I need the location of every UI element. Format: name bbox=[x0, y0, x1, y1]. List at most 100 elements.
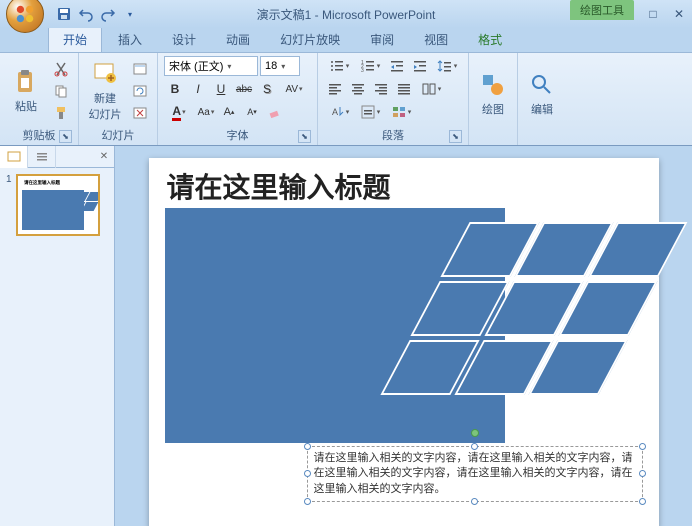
columns-icon bbox=[421, 81, 437, 97]
slide-canvas: 请在这里输入标题 请在这里输入相关的文字内容，请在这里输入相关的文 bbox=[149, 158, 659, 526]
group-drawing: 绘图 bbox=[469, 53, 518, 145]
tab-animations[interactable]: 动画 bbox=[212, 27, 264, 52]
tab-format[interactable]: 格式 bbox=[464, 27, 516, 52]
font-color-button[interactable]: A▾ bbox=[164, 102, 194, 122]
resize-handle-n[interactable] bbox=[471, 443, 478, 450]
bold-button[interactable]: B bbox=[164, 79, 186, 99]
bullets-icon bbox=[329, 58, 345, 74]
italic-button[interactable]: I bbox=[187, 79, 209, 99]
resize-handle-nw[interactable] bbox=[304, 443, 311, 450]
tab-insert[interactable]: 插入 bbox=[104, 27, 156, 52]
paste-icon bbox=[12, 68, 40, 96]
smartart-button[interactable]: ▾ bbox=[386, 102, 416, 122]
thumbnail-list: 1 请在这里输入标题 bbox=[0, 168, 114, 242]
tab-review[interactable]: 审阅 bbox=[356, 27, 408, 52]
resize-handle-w[interactable] bbox=[304, 470, 311, 477]
maximize-button[interactable]: □ bbox=[640, 5, 666, 23]
char-spacing-button[interactable]: AV▾ bbox=[279, 79, 309, 99]
resize-handle-s[interactable] bbox=[471, 498, 478, 505]
work-area: ✕ 1 请在这里输入标题 请在这里输入标题 bbox=[0, 146, 692, 526]
resize-handle-ne[interactable] bbox=[639, 443, 646, 450]
clear-format-button[interactable] bbox=[264, 102, 286, 122]
align-right-button[interactable] bbox=[370, 79, 392, 99]
slides-tab-icon bbox=[7, 151, 21, 163]
rotate-handle[interactable] bbox=[471, 429, 479, 437]
align-text-button[interactable]: ▾ bbox=[355, 102, 385, 122]
thumbnail-tabs: ✕ bbox=[0, 146, 114, 168]
group-label-slides: 幻灯片 bbox=[85, 125, 151, 145]
grow-font-button[interactable]: A▴ bbox=[218, 102, 240, 122]
shadow-button[interactable]: S bbox=[256, 79, 278, 99]
tab-view[interactable]: 视图 bbox=[410, 27, 462, 52]
undo-button[interactable] bbox=[76, 4, 96, 24]
new-slide-icon bbox=[91, 60, 119, 88]
svg-text:A: A bbox=[332, 107, 338, 117]
font-name-combo[interactable]: 宋体 (正文)▾ bbox=[164, 56, 258, 76]
ribbon-tabs: 开始 插入 设计 动画 幻灯片放映 审阅 视图 格式 bbox=[0, 28, 692, 52]
group-label-drawing bbox=[475, 131, 511, 145]
editing-label: 编辑 bbox=[531, 101, 553, 117]
thumbnail-close-button[interactable]: ✕ bbox=[94, 146, 114, 167]
svg-text:3: 3 bbox=[361, 68, 364, 74]
window-title: 演示文稿1 - Microsoft PowerPoint bbox=[257, 6, 436, 23]
thumbnail-item[interactable]: 1 请在这里输入标题 bbox=[6, 174, 108, 236]
thumbnail-tab-slides[interactable] bbox=[0, 146, 28, 168]
increase-indent-button[interactable] bbox=[409, 56, 431, 76]
group-paragraph: ▾ 123▾ ▾ ▾ A▾ ▾ ▾ 段落⬊ bbox=[318, 53, 469, 145]
close-button[interactable]: ✕ bbox=[666, 5, 692, 23]
paragraph-dialog-launcher[interactable]: ⬊ bbox=[449, 130, 462, 143]
resize-handle-sw[interactable] bbox=[304, 498, 311, 505]
format-painter-button[interactable] bbox=[50, 103, 72, 123]
justify-button[interactable] bbox=[393, 79, 415, 99]
group-label-font: 字体⬊ bbox=[164, 125, 311, 145]
qat-customize-button[interactable]: ▾ bbox=[120, 4, 140, 24]
change-case-button[interactable]: Aa▾ bbox=[195, 102, 217, 122]
text-direction-button[interactable]: A▾ bbox=[324, 102, 354, 122]
copy-button[interactable] bbox=[50, 81, 72, 101]
line-spacing-button[interactable]: ▾ bbox=[432, 56, 462, 76]
paste-button[interactable]: 粘贴 bbox=[6, 56, 46, 125]
editing-button[interactable]: 编辑 bbox=[524, 56, 560, 131]
slide-editor-area[interactable]: 请在这里输入标题 请在这里输入相关的文字内容，请在这里输入相关的文 bbox=[115, 146, 692, 526]
underline-button[interactable]: U bbox=[210, 79, 232, 99]
thumbnail-preview: 请在这里输入标题 bbox=[16, 174, 100, 236]
columns-button[interactable]: ▾ bbox=[416, 79, 446, 99]
new-slide-button[interactable]: 新建 幻灯片 bbox=[85, 56, 125, 125]
tab-design[interactable]: 设计 bbox=[158, 27, 210, 52]
slide-title-placeholder[interactable]: 请在这里输入标题 bbox=[167, 166, 391, 206]
outline-tab-icon bbox=[35, 151, 49, 163]
tab-home[interactable]: 开始 bbox=[48, 26, 102, 52]
tab-slideshow[interactable]: 幻灯片放映 bbox=[266, 27, 354, 52]
numbering-button[interactable]: 123▾ bbox=[355, 56, 385, 76]
drawing-button[interactable]: 绘图 bbox=[475, 56, 511, 131]
group-label-editing bbox=[524, 131, 560, 145]
resize-handle-e[interactable] bbox=[639, 470, 646, 477]
text-direction-icon: A bbox=[329, 104, 345, 120]
reset-button[interactable] bbox=[129, 81, 151, 101]
quick-access-toolbar: ▾ bbox=[54, 4, 140, 24]
thumbnail-number: 1 bbox=[6, 174, 12, 236]
cut-button[interactable] bbox=[50, 59, 72, 79]
strike-button[interactable]: abc bbox=[233, 79, 255, 99]
font-size-combo[interactable]: 18▾ bbox=[260, 56, 300, 76]
resize-handle-se[interactable] bbox=[639, 498, 646, 505]
delete-slide-button[interactable] bbox=[129, 103, 151, 123]
decrease-indent-button[interactable] bbox=[386, 56, 408, 76]
clipboard-dialog-launcher[interactable]: ⬊ bbox=[59, 130, 72, 143]
layout-button[interactable] bbox=[129, 59, 151, 79]
bullets-button[interactable]: ▾ bbox=[324, 56, 354, 76]
office-logo-icon bbox=[14, 3, 36, 25]
group-clipboard: 粘贴 剪贴板⬊ bbox=[0, 53, 79, 145]
redo-button[interactable] bbox=[98, 4, 118, 24]
smartart-icon bbox=[391, 104, 407, 120]
font-dialog-launcher[interactable]: ⬊ bbox=[298, 130, 311, 143]
group-label-clipboard: 剪贴板⬊ bbox=[6, 125, 72, 145]
thumbnail-tab-outline[interactable] bbox=[28, 146, 56, 168]
slide-body-textbox[interactable]: 请在这里输入相关的文字内容，请在这里输入相关的文字内容，请在这里输入相关的文字内… bbox=[307, 446, 643, 502]
align-left-button[interactable] bbox=[324, 79, 346, 99]
save-button[interactable] bbox=[54, 4, 74, 24]
shrink-font-button[interactable]: A▾ bbox=[241, 102, 263, 122]
align-center-button[interactable] bbox=[347, 79, 369, 99]
group-label-paragraph: 段落⬊ bbox=[324, 125, 462, 145]
title-bar: ▾ 演示文稿1 - Microsoft PowerPoint 绘图工具 ─ □ … bbox=[0, 0, 692, 28]
